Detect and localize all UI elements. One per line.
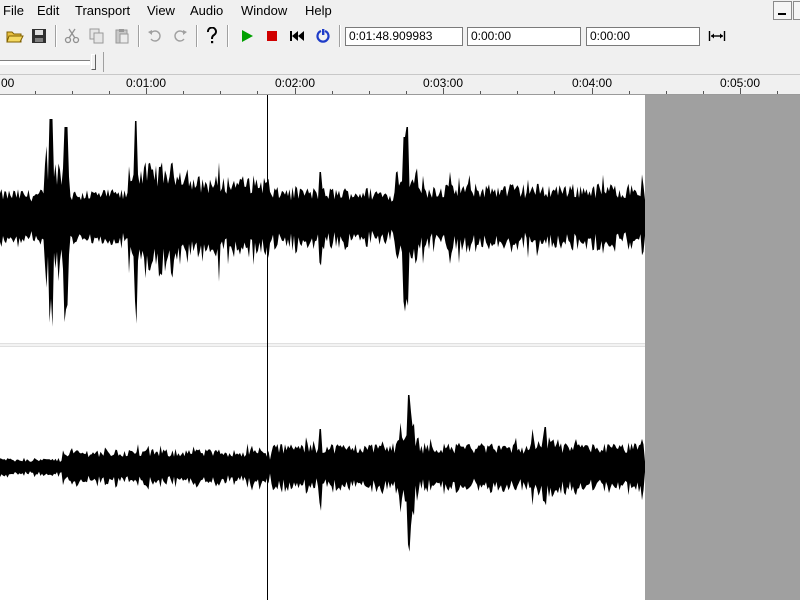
cut-icon: [64, 28, 80, 44]
fit-width-icon: [708, 31, 726, 41]
menu-view[interactable]: View: [147, 3, 175, 18]
track-background: [0, 95, 645, 600]
ruler-tick: [777, 91, 778, 94]
menu-edit[interactable]: Edit: [37, 3, 59, 18]
zoom-slider-bar: [0, 50, 800, 75]
ruler-tick: [183, 91, 184, 94]
undo-button[interactable]: [144, 25, 166, 47]
ruler-tick: [592, 88, 593, 94]
minimize-button[interactable]: [773, 1, 792, 20]
toolbar-separator: [55, 25, 57, 47]
help-button[interactable]: [201, 25, 223, 47]
toolbar-separator: [227, 25, 229, 47]
ruler-tick: [35, 91, 36, 94]
zoom-slider-thumb[interactable]: [91, 54, 96, 70]
menu-bar: File Edit Transport View Audio Window He…: [0, 0, 800, 22]
copy-icon: [89, 28, 104, 44]
ruler-tick: [443, 88, 444, 94]
empty-timeline-area: [645, 95, 800, 600]
menu-window[interactable]: Window: [241, 3, 287, 18]
zoom-slider-track[interactable]: [0, 60, 90, 65]
minimize-icon: [778, 13, 786, 15]
ruler-tick: [332, 91, 333, 94]
ruler-tick: [666, 91, 667, 94]
ruler-tick: [629, 91, 630, 94]
ruler-tick: [369, 91, 370, 94]
open-folder-icon: [6, 31, 24, 43]
position-field[interactable]: 0:01:48.909983: [345, 27, 463, 46]
ruler-tick: [406, 91, 407, 94]
toolbar-separator: [196, 25, 198, 47]
ruler-tick: [146, 88, 147, 94]
playback-cursor[interactable]: [267, 95, 268, 600]
ruler-tick: [72, 91, 73, 94]
maximize-button[interactable]: [793, 1, 800, 20]
toolbar-separator: [138, 25, 140, 47]
rewind-icon: [290, 31, 304, 41]
toolbar-separator: [103, 52, 104, 72]
open-button[interactable]: [4, 25, 26, 47]
menu-audio[interactable]: Audio: [190, 3, 223, 18]
loop-button[interactable]: [312, 25, 334, 47]
play-button[interactable]: [236, 25, 258, 47]
play-icon: [242, 30, 253, 42]
toolbar: 0:01:48.909983 0:00:00 0:00:00: [0, 22, 800, 50]
paste-icon: [115, 29, 129, 44]
redo-button[interactable]: [169, 25, 191, 47]
ruler-tick: [480, 91, 481, 94]
rewind-button[interactable]: [286, 25, 308, 47]
toolbar-separator: [339, 25, 341, 47]
stop-icon: [267, 31, 277, 41]
redo-icon: [174, 30, 187, 42]
fit-width-button[interactable]: [706, 25, 728, 47]
paste-button[interactable]: [111, 25, 133, 47]
menu-help[interactable]: Help: [305, 3, 332, 18]
loop-icon: [316, 29, 330, 43]
selection-end-field[interactable]: 0:00:00: [586, 27, 700, 46]
ruler-tick: [109, 91, 110, 94]
help-icon: [207, 27, 217, 44]
selection-start-field[interactable]: 0:00:00: [467, 27, 581, 46]
ruler-tick: [703, 91, 704, 94]
ruler-tick: [257, 91, 258, 94]
timeline-ruler[interactable]: :00 0:01:00 0:02:00 0:03:00 0:04:00 0:05…: [0, 75, 800, 95]
ruler-tick: [554, 91, 555, 94]
menu-transport[interactable]: Transport: [75, 3, 130, 18]
copy-button[interactable]: [86, 25, 108, 47]
channel-divider: [0, 343, 645, 347]
time-label-0: :00: [0, 76, 15, 90]
ruler-tick: [220, 91, 221, 94]
save-button[interactable]: [28, 25, 50, 47]
cut-button[interactable]: [61, 25, 83, 47]
undo-icon: [148, 30, 161, 42]
save-icon: [32, 29, 46, 43]
menu-file[interactable]: File: [3, 3, 24, 18]
stop-button[interactable]: [261, 25, 283, 47]
ruler-tick: [295, 88, 296, 94]
ruler-tick: [740, 88, 741, 94]
ruler-tick: [517, 91, 518, 94]
